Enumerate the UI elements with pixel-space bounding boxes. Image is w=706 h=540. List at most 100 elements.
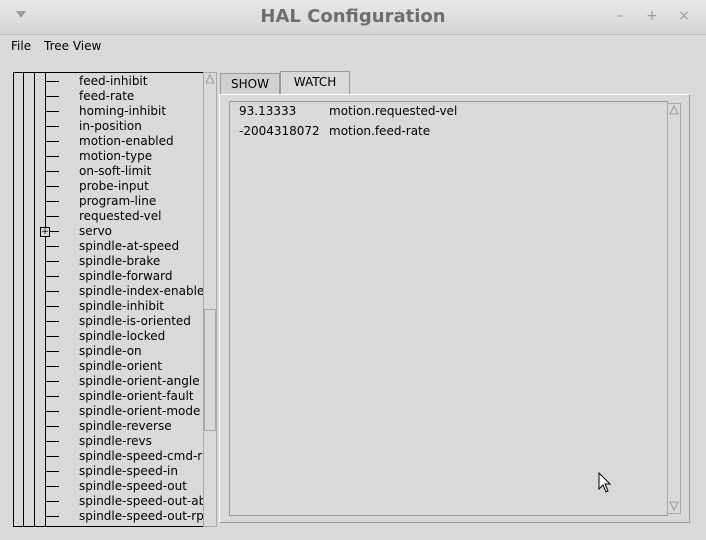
tree-item-label: spindle-speed-out — [79, 479, 187, 493]
tree-item[interactable]: spindle-speed-out — [14, 479, 203, 494]
tree-item-label: spindle-revs — [79, 434, 152, 448]
tree-item[interactable]: requested-vel — [14, 209, 203, 224]
minimize-button[interactable]: – — [612, 8, 628, 24]
tree-branch-line — [45, 396, 59, 397]
tree-branch-line — [45, 126, 59, 127]
watch-scrollbar[interactable] — [667, 103, 681, 514]
tree-scrollbar-thumb[interactable] — [204, 309, 216, 431]
tree-branch-line — [45, 516, 59, 517]
scroll-down-arrow-icon[interactable] — [668, 500, 680, 512]
expand-icon[interactable]: + — [40, 227, 50, 237]
tree-item-label: spindle-orient-angle — [79, 374, 200, 388]
tree-item-label: spindle-locked — [79, 329, 166, 343]
tree-branch-line — [45, 81, 59, 82]
tree-item-label: spindle-inhibit — [79, 299, 165, 313]
tree-item-label: spindle-orient-fault — [79, 389, 194, 403]
tree-item-label: spindle-speed-in — [79, 464, 178, 478]
tree-branch-line — [45, 216, 59, 217]
tree-item-label: spindle-on — [79, 344, 142, 358]
tree-branch-line — [45, 186, 59, 187]
tree-item[interactable]: on-soft-limit — [14, 164, 203, 179]
tree-branch-line — [45, 501, 59, 502]
watch-value: 93.13333 — [239, 104, 297, 118]
tree-item[interactable]: feed-inhibit — [14, 74, 203, 89]
tab-watch[interactable]: WATCH — [280, 71, 350, 94]
hal-tree[interactable]: feed-inhibit feed-rate homing-inhibit in-po… — [13, 72, 204, 527]
tree-item[interactable]: spindle-orient — [14, 359, 203, 374]
tree-item[interactable]: spindle-index-enable — [14, 284, 203, 299]
tree-item[interactable]: probe-input — [14, 179, 203, 194]
tree-item-label: spindle-brake — [79, 254, 161, 268]
tab-show[interactable]: SHOW — [220, 73, 280, 94]
tree-item-label: spindle-at-speed — [79, 239, 180, 253]
tree-item-label: motion-enabled — [79, 134, 174, 148]
close-button[interactable]: × — [676, 8, 692, 24]
tree-item[interactable]: spindle-brake — [14, 254, 203, 269]
tree-item-label: spindle-speed-out-ab — [79, 494, 204, 508]
tree-branch-line — [45, 141, 59, 142]
tree-item-label: probe-input — [79, 179, 149, 193]
tree-item-label: on-soft-limit — [79, 164, 152, 178]
tree-item[interactable]: spindle-at-speed — [14, 239, 203, 254]
tree-item-label: spindle-speed-out-rp — [79, 509, 204, 523]
tree-item[interactable]: + servo — [14, 224, 203, 239]
tree-item-label: spindle-orient-mode — [79, 404, 201, 418]
tree-scrollbar[interactable] — [203, 72, 217, 527]
tree-branch-line — [45, 456, 59, 457]
tree-item[interactable]: spindle-speed-in — [14, 464, 203, 479]
menu-file[interactable]: File — [11, 39, 31, 53]
watch-value: -2004318072 — [239, 124, 320, 138]
menu-tree-view[interactable]: Tree View — [44, 39, 101, 53]
tree-branch-line — [45, 156, 59, 157]
tree-branch-line — [45, 411, 59, 412]
tree-branch-line — [45, 486, 59, 487]
maximize-button[interactable]: + — [644, 8, 660, 24]
mouse-pointer-icon — [598, 472, 612, 493]
tree-branch-line — [45, 441, 59, 442]
tree-item-label: feed-rate — [79, 89, 135, 103]
tree-branch-line — [45, 336, 59, 337]
tree-item[interactable]: motion-enabled — [14, 134, 203, 149]
tree-item-label: in-position — [79, 119, 142, 133]
tree-item[interactable]: spindle-orient-angle — [14, 374, 203, 389]
tree-item[interactable]: spindle-orient-mode — [14, 404, 203, 419]
tree-item[interactable]: spindle-speed-cmd-r — [14, 449, 203, 464]
tree-item[interactable]: in-position — [14, 119, 203, 134]
tree-item-label: homing-inhibit — [79, 104, 167, 118]
tree-item[interactable]: feed-rate — [14, 89, 203, 104]
tree-item-label: program-line — [79, 194, 157, 208]
tree-item[interactable]: program-line — [14, 194, 203, 209]
tree-branch-line — [45, 96, 59, 97]
tree-branch-line — [45, 201, 59, 202]
tree-item[interactable]: homing-inhibit — [14, 104, 203, 119]
tree-item[interactable]: spindle-orient-fault — [14, 389, 203, 404]
tree-branch-line — [45, 291, 59, 292]
tree-item-label: feed-inhibit — [79, 74, 148, 88]
tree-item[interactable]: spindle-is-oriented — [14, 314, 203, 329]
tree-item[interactable]: spindle-revs — [14, 434, 203, 449]
tree-item-label: spindle-index-enable — [79, 284, 204, 298]
tree-item[interactable]: motion-type — [14, 149, 203, 164]
tree-item[interactable]: spindle-locked — [14, 329, 203, 344]
tree-branch-line — [45, 111, 59, 112]
tree-item-label: spindle-is-oriented — [79, 314, 191, 328]
tree-branch-line — [45, 246, 59, 247]
watch-signal-name: motion.requested-vel — [329, 104, 458, 118]
tree-item-label: spindle-orient — [79, 359, 162, 373]
tree-item[interactable]: spindle-inhibit — [14, 299, 203, 314]
title-bar[interactable]: HAL Configuration – + × — [0, 0, 706, 35]
menu-bar: File Tree View — [0, 35, 706, 59]
watch-list[interactable] — [229, 101, 668, 516]
tree-item[interactable]: spindle-speed-out-ab — [14, 494, 203, 509]
tree-branch-line — [45, 426, 59, 427]
tree-branch-line — [45, 171, 59, 172]
tree-item[interactable]: spindle-forward — [14, 269, 203, 284]
scroll-up-arrow-icon[interactable] — [204, 73, 216, 85]
tree-branch-line — [45, 306, 59, 307]
tree-item[interactable]: spindle-speed-out-rp — [14, 509, 203, 524]
tree-item[interactable]: spindle-on — [14, 344, 203, 359]
tree-branch-line — [45, 321, 59, 322]
tree-item[interactable]: spindle-reverse — [14, 419, 203, 434]
scroll-up-arrow-icon[interactable] — [668, 104, 680, 116]
window-title: HAL Configuration — [260, 6, 446, 27]
